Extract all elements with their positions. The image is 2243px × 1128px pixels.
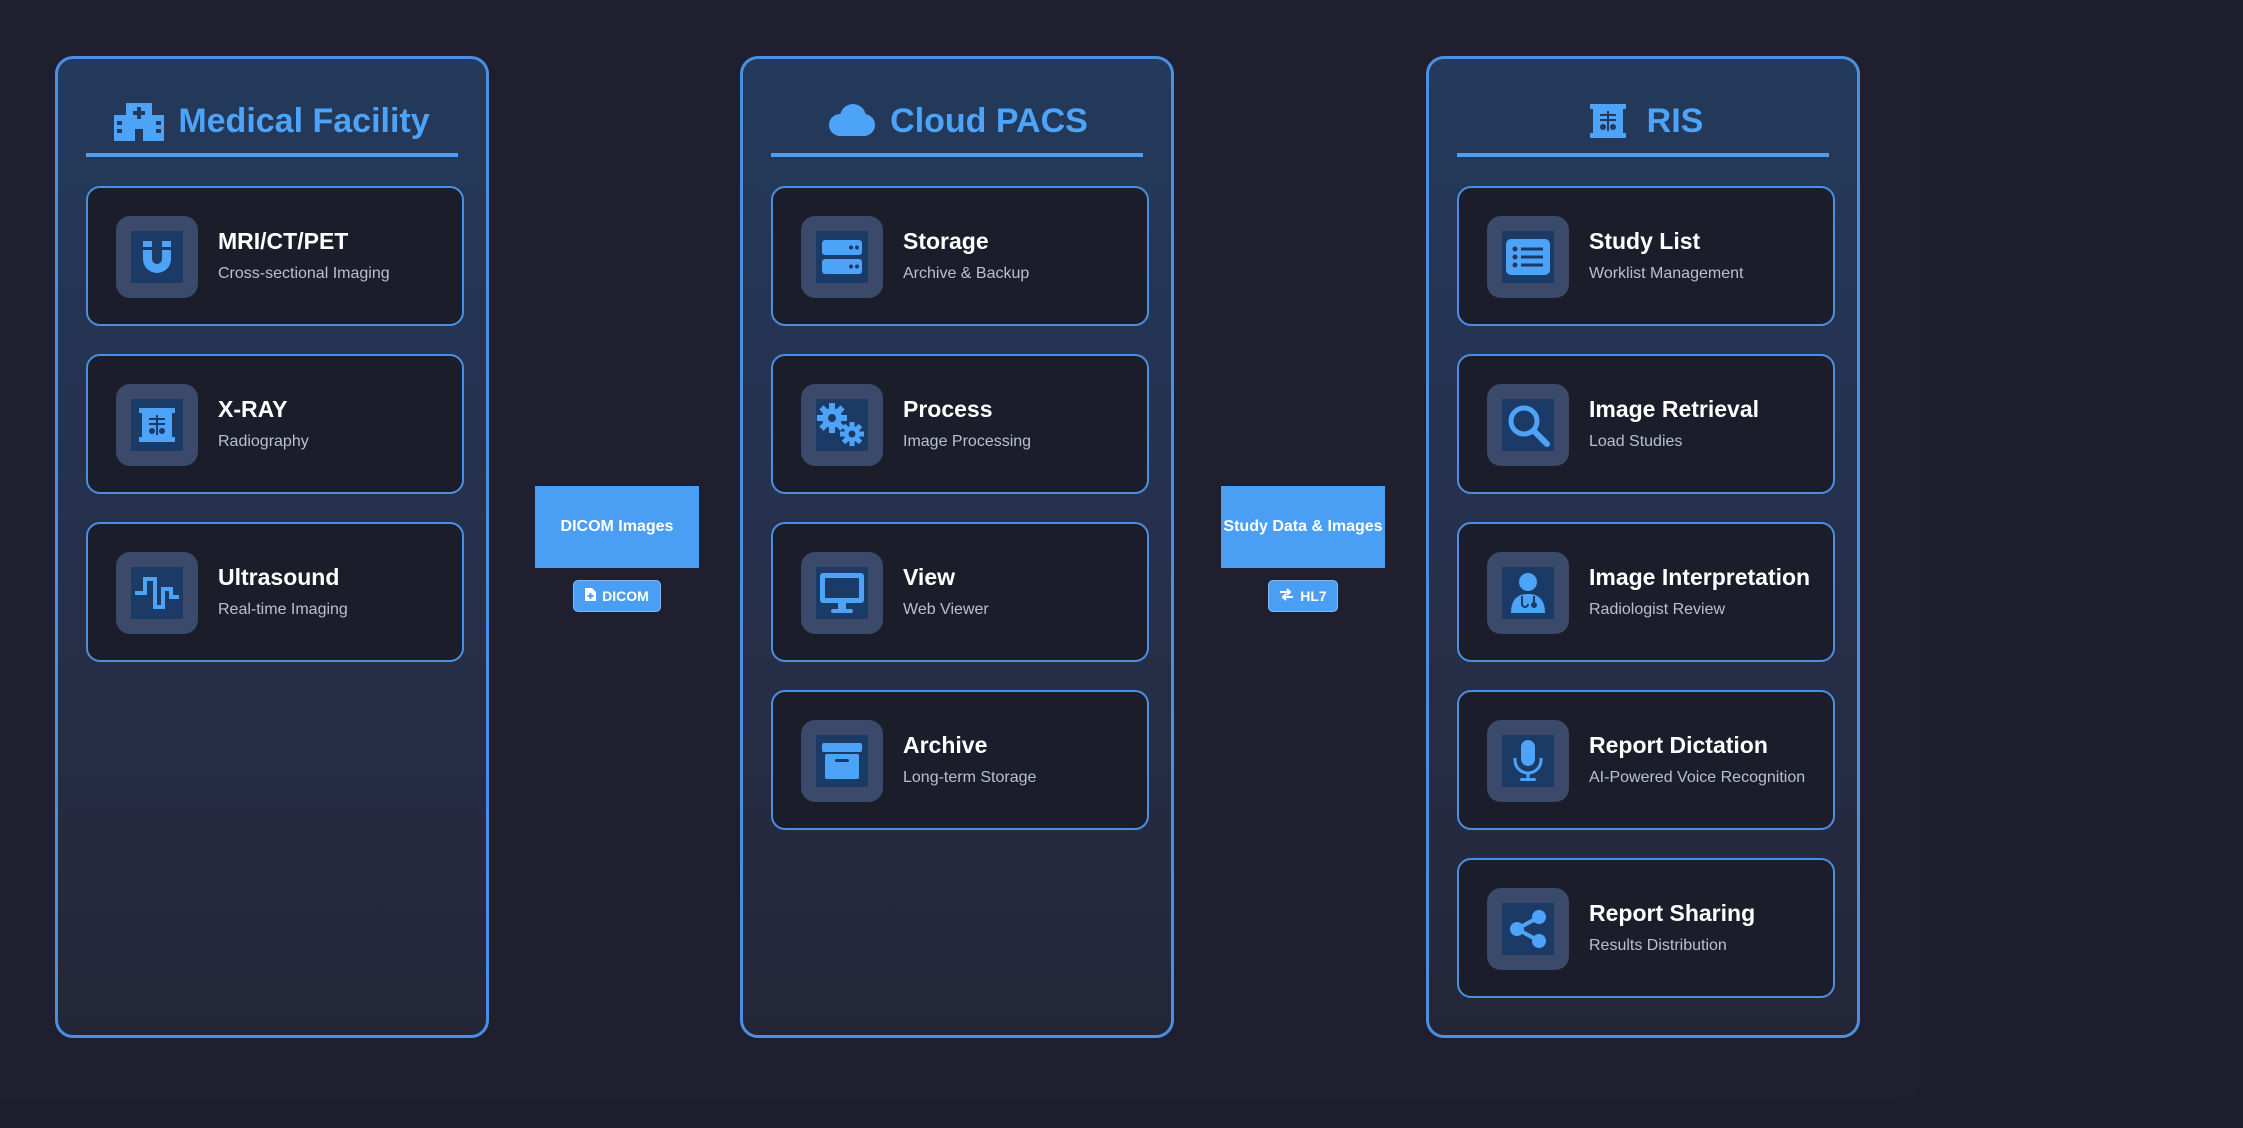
panel-title: RIS bbox=[1646, 101, 1704, 140]
card-subtitle: Worklist Management bbox=[1589, 264, 1744, 282]
card-title: View bbox=[903, 563, 955, 590]
panel-title: Cloud PACS bbox=[890, 101, 1088, 140]
badge-hl7: HL7 bbox=[1268, 580, 1338, 612]
microphone-icon bbox=[1487, 720, 1569, 802]
share-icon bbox=[1487, 888, 1569, 970]
exchange-icon bbox=[1279, 588, 1294, 604]
card-subtitle: Web Viewer bbox=[903, 600, 989, 618]
x-ray-icon bbox=[116, 384, 198, 466]
card-subtitle: Long-term Storage bbox=[903, 768, 1037, 786]
card-title: X-RAY bbox=[218, 395, 288, 422]
cloud-icon bbox=[826, 100, 876, 142]
card-title: Storage bbox=[903, 227, 989, 254]
panel-medical-facility: Medical Facility MRI/CT/PET Cross-sectio… bbox=[55, 56, 489, 1038]
card-archive[interactable]: Archive Long-term Storage bbox=[771, 690, 1149, 830]
card-subtitle: Radiography bbox=[218, 432, 309, 450]
panel-header: Medical Facility bbox=[86, 89, 458, 157]
card-title: Image Retrieval bbox=[1589, 395, 1760, 422]
panel-header: Cloud PACS bbox=[771, 89, 1143, 157]
badge-label: DICOM bbox=[602, 588, 649, 604]
server-icon bbox=[801, 216, 883, 298]
desktop-icon bbox=[801, 552, 883, 634]
wave-square-icon bbox=[116, 552, 198, 634]
card-subtitle: Archive & Backup bbox=[903, 264, 1030, 282]
card-title: Ultrasound bbox=[218, 563, 340, 590]
card-study-list[interactable]: Study List Worklist Management bbox=[1457, 186, 1835, 326]
panel-title: Medical Facility bbox=[178, 101, 430, 140]
card-storage[interactable]: Storage Archive & Backup bbox=[771, 186, 1149, 326]
connector-label: DICOM Images bbox=[560, 518, 674, 535]
card-subtitle: Load Studies bbox=[1589, 432, 1683, 450]
card-ultrasound[interactable]: Ultrasound Real-time Imaging bbox=[86, 522, 464, 662]
hospital-icon bbox=[114, 100, 165, 142]
card-process[interactable]: Process Image Processing bbox=[771, 354, 1149, 494]
card-subtitle: AI-Powered Voice Recognition bbox=[1589, 768, 1806, 786]
card-title: Process bbox=[903, 395, 993, 422]
badge-label: HL7 bbox=[1300, 588, 1327, 604]
card-title: Image Interpretation bbox=[1589, 563, 1811, 590]
card-subtitle: Cross-sectional Imaging bbox=[218, 264, 390, 282]
card-title: Report Dictation bbox=[1589, 731, 1768, 758]
search-icon bbox=[1487, 384, 1569, 466]
cogs-icon bbox=[801, 384, 883, 466]
diagram-canvas: Medical Facility MRI/CT/PET Cross-sectio… bbox=[0, 0, 1920, 1098]
card-image-interpretation[interactable]: Image Interpretation Radiologist Review bbox=[1457, 522, 1835, 662]
magnet-icon bbox=[116, 216, 198, 298]
panel-cloud-pacs: Cloud PACS Storage Archive & Backup Proc… bbox=[740, 56, 1174, 1038]
card-title: Study List bbox=[1589, 227, 1701, 254]
connector-study-data-images: Study Data & Images bbox=[1221, 486, 1385, 568]
user-doctor-icon bbox=[1487, 552, 1569, 634]
card-image-retrieval[interactable]: Image Retrieval Load Studies bbox=[1457, 354, 1835, 494]
card-mri-ct-pet[interactable]: MRI/CT/PET Cross-sectional Imaging bbox=[86, 186, 464, 326]
panel-ris: RIS Study List Worklist Management Image… bbox=[1426, 56, 1860, 1038]
archive-icon bbox=[801, 720, 883, 802]
panel-header: RIS bbox=[1457, 89, 1829, 157]
card-title: Report Sharing bbox=[1589, 899, 1756, 926]
card-report-dictation[interactable]: Report Dictation AI-Powered Voice Recogn… bbox=[1457, 690, 1835, 830]
file-medical-icon bbox=[585, 588, 597, 604]
card-subtitle: Radiologist Review bbox=[1589, 600, 1726, 618]
x-ray-icon bbox=[1583, 100, 1633, 142]
card-subtitle: Real-time Imaging bbox=[218, 600, 348, 618]
connector-label: Study Data & Images bbox=[1223, 518, 1383, 535]
card-title: Archive bbox=[903, 731, 988, 758]
card-view[interactable]: View Web Viewer bbox=[771, 522, 1149, 662]
list-icon bbox=[1487, 216, 1569, 298]
connector-dicom-images: DICOM Images bbox=[535, 486, 699, 568]
card-x-ray[interactable]: X-RAY Radiography bbox=[86, 354, 464, 494]
card-title: MRI/CT/PET bbox=[218, 227, 349, 254]
card-subtitle: Image Processing bbox=[903, 432, 1032, 450]
card-report-sharing[interactable]: Report Sharing Results Distribution bbox=[1457, 858, 1835, 998]
card-subtitle: Results Distribution bbox=[1589, 936, 1727, 954]
badge-dicom: DICOM bbox=[573, 580, 661, 612]
